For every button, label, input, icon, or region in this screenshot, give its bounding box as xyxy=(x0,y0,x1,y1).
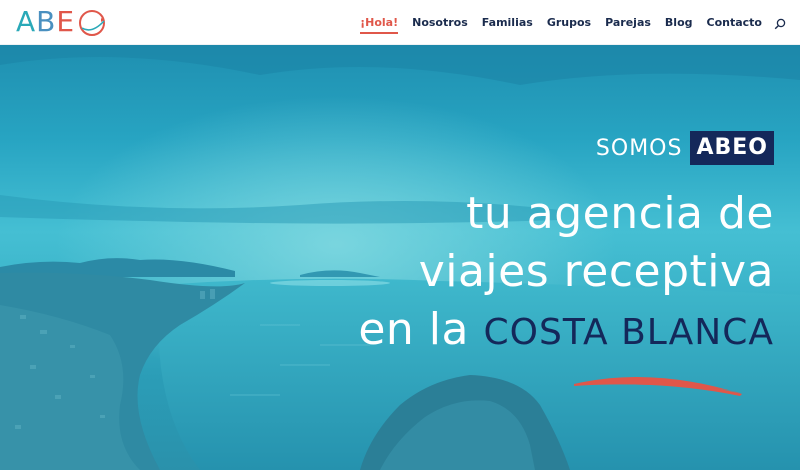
headline-line-3: en la COSTA BLANCA xyxy=(358,301,774,362)
somos-label: SOMOS xyxy=(595,135,683,161)
logo-letter-o xyxy=(77,7,107,37)
headline-line-3-prefix: en la xyxy=(358,304,469,355)
somos-abeo-tagline: SOMOS ABEO xyxy=(596,131,774,165)
headline-line-1: tu agencia de xyxy=(466,188,774,239)
nav-item-familias[interactable]: Familias xyxy=(482,0,533,45)
costa-blanca-accent: COSTA BLANCA xyxy=(483,312,774,353)
logo-letter-a: A xyxy=(16,5,37,38)
nav-item-parejas[interactable]: Parejas xyxy=(605,0,651,45)
abeo-logo[interactable]: A B E xyxy=(16,6,107,38)
nav-item-contacto[interactable]: Contacto xyxy=(707,0,762,45)
headline-line-2: viajes receptiva xyxy=(418,246,774,297)
abeo-badge: ABEO xyxy=(690,131,774,165)
logo-o-globe-icon xyxy=(79,10,106,36)
decorative-swoosh-icon xyxy=(574,376,742,396)
search-icon[interactable] xyxy=(774,17,786,29)
logo-letter-b: B xyxy=(36,5,57,38)
nav-item-nosotros[interactable]: Nosotros xyxy=(412,0,468,45)
hero-headline: tu agencia de viajes receptiva en la COS… xyxy=(358,185,774,362)
hero-banner: SOMOS ABEO tu agencia de viajes receptiv… xyxy=(0,45,800,470)
site-header: A B E ¡Hola! Nosotros Familias Grupos Pa… xyxy=(0,0,800,45)
nav-item-grupos[interactable]: Grupos xyxy=(547,0,591,45)
nav-item-hola[interactable]: ¡Hola! xyxy=(360,0,399,45)
nav-item-blog[interactable]: Blog xyxy=(665,0,693,45)
main-nav: ¡Hola! Nosotros Familias Grupos Parejas … xyxy=(346,0,786,45)
logo-letter-e: E xyxy=(56,5,76,38)
